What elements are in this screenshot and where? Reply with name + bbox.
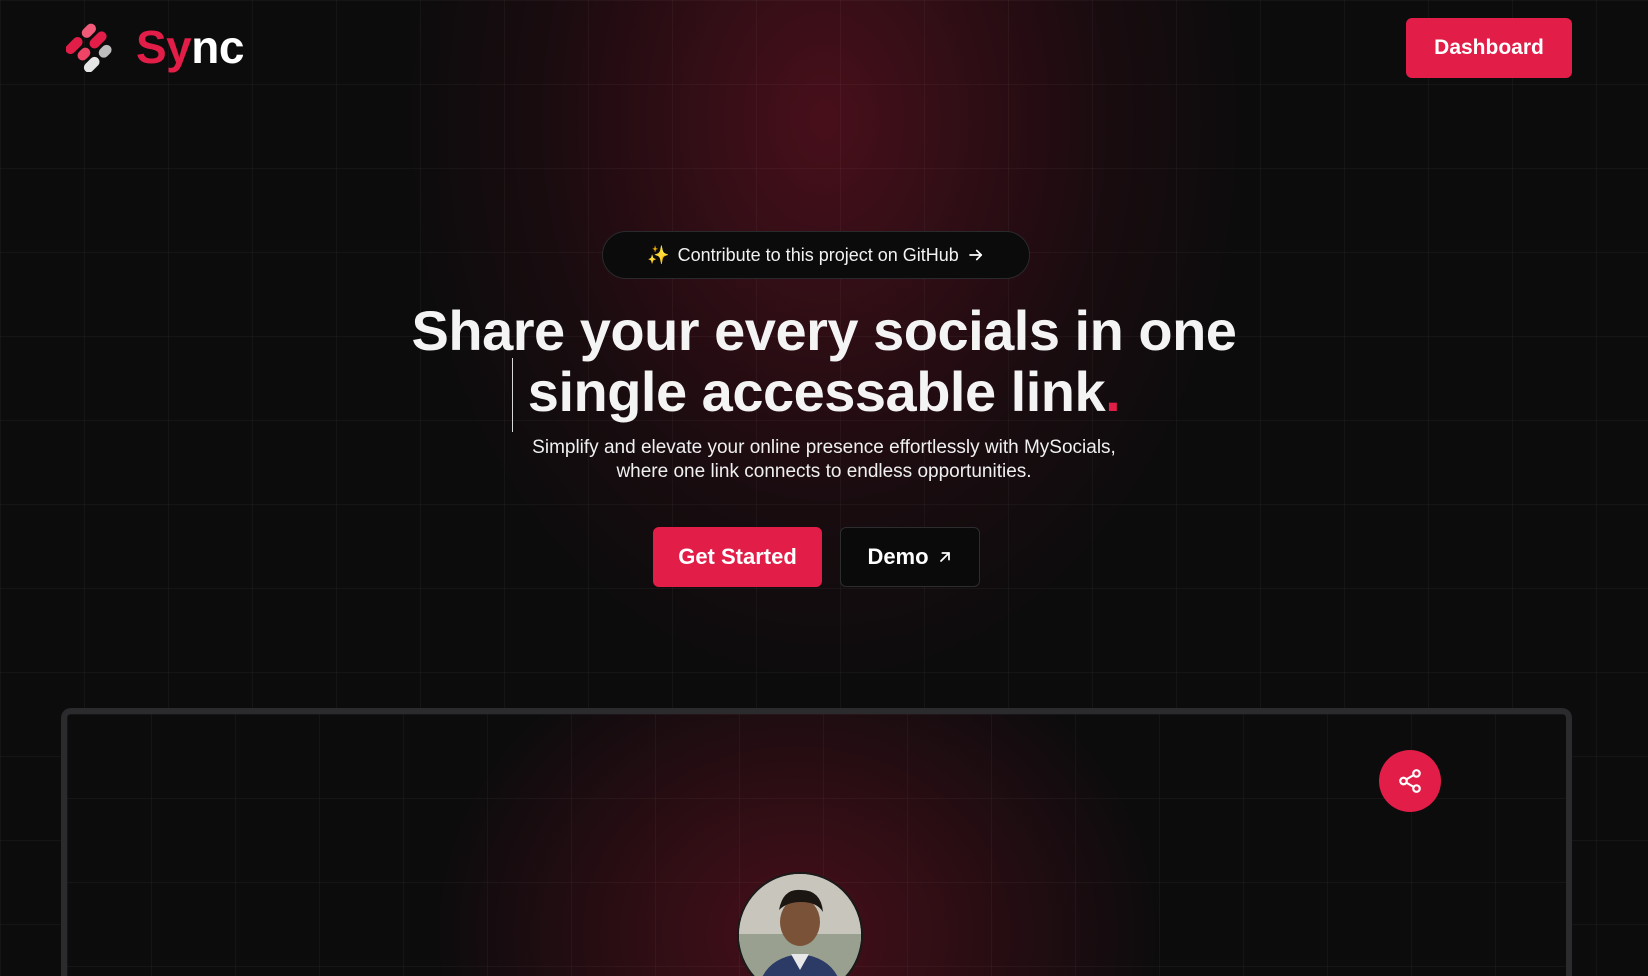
logo-wordmark-accent: Sy (136, 21, 192, 73)
arrow-up-right-icon (939, 552, 950, 562)
arrow-right-icon (968, 249, 982, 261)
hero-subtitle: Simplify and elevate your online presenc… (424, 436, 1224, 484)
github-contribute-label: Contribute to this project on GitHub (677, 244, 959, 265)
brand-logo[interactable]: Sync (66, 22, 244, 72)
get-started-button[interactable]: Get Started (653, 527, 822, 587)
share-icon (1399, 769, 1421, 793)
hero-headline-dot: . (1105, 360, 1121, 423)
hero-headline-line1: Share your every socials in one (411, 299, 1237, 362)
landing-page: Sync Dashboard ✨ Contribute to this proj… (0, 0, 1648, 976)
avatar-portrait-image (739, 874, 861, 976)
hero-headline-line2: single accessable link (527, 360, 1106, 423)
profile-preview-frame (61, 708, 1572, 976)
logo-wordmark: Sync (136, 24, 244, 70)
demo-button-label: Demo (867, 544, 929, 569)
demo-button[interactable]: Demo (840, 527, 980, 587)
profile-avatar[interactable] (737, 872, 863, 976)
logo-icon (66, 23, 112, 72)
sparkle-icon: ✨ (647, 244, 670, 265)
text-caret (512, 358, 513, 432)
hero-subtitle-line2: where one link connects to endless oppor… (616, 461, 1032, 482)
share-button[interactable] (1379, 750, 1441, 812)
cta-row: Get Started Demo (653, 527, 980, 587)
hero-headline: Share your every socials in one single a… (300, 300, 1348, 422)
hero-subtitle-line1: Simplify and elevate your online presenc… (532, 437, 1116, 458)
logo-wordmark-rest: nc (191, 21, 244, 73)
dashboard-button[interactable]: Dashboard (1406, 18, 1572, 78)
github-contribute-pill[interactable]: ✨ Contribute to this project on GitHub (602, 231, 1030, 279)
